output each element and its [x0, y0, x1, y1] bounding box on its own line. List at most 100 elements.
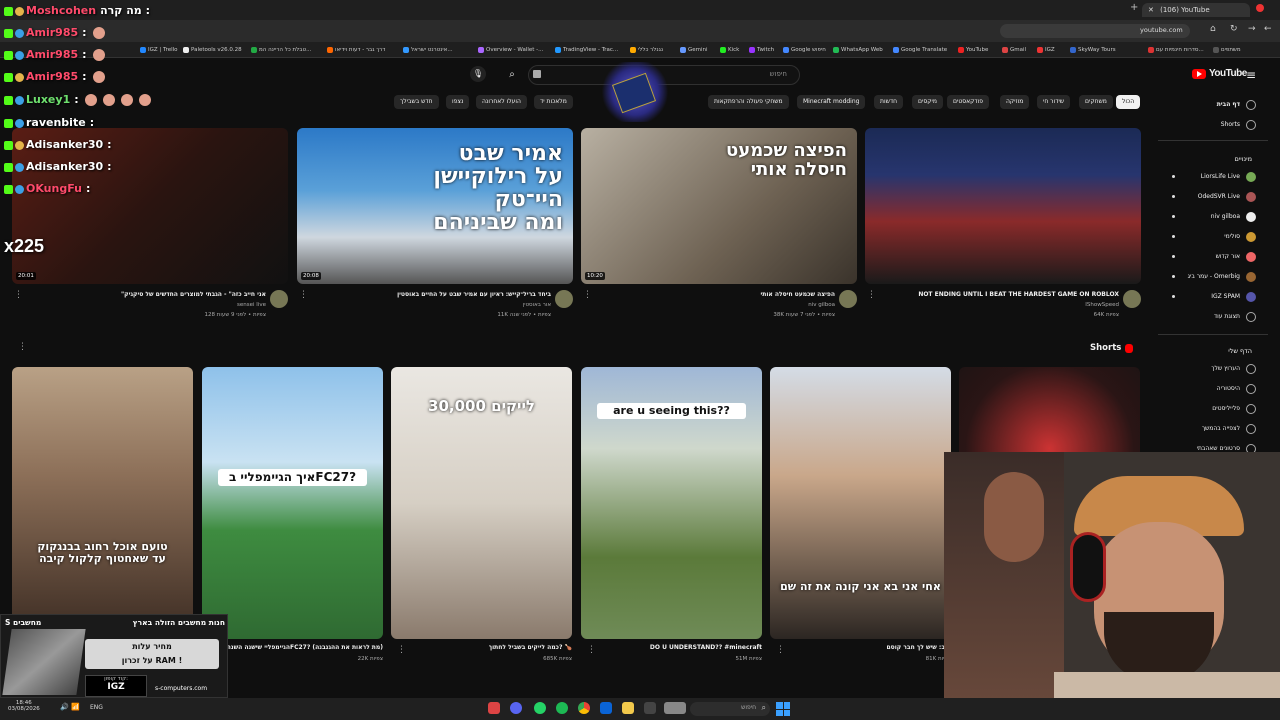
short-title[interactable]: כמה לייקים בשביל לחתוך? 🍗: [489, 644, 572, 651]
subscription-item[interactable]: IGZ SPAM: [1211, 288, 1240, 306]
video-more-icon[interactable]: ⋮: [299, 290, 308, 300]
chat-username[interactable]: OKungFu: [26, 182, 82, 195]
bookmark-item[interactable]: Gmail: [1002, 45, 1026, 55]
profile-icon[interactable]: [1256, 4, 1264, 12]
bookmark-item[interactable]: Gemini: [680, 45, 708, 55]
subscription-item[interactable]: עמר ביג - Omerbig: [1188, 268, 1240, 286]
spotify-icon[interactable]: [556, 702, 568, 714]
forward-icon[interactable]: →: [1248, 24, 1256, 34]
short-thumbnail[interactable]: טועם אוכל רחוב בבנגקוק עד שאחטוף קלקול ק…: [12, 367, 193, 639]
microphone-icon[interactable]: 🎙: [470, 66, 486, 82]
short-title[interactable]: DO U UNDERSTAND?? #minecraft: [650, 644, 762, 651]
subscription-item[interactable]: סולימי: [1224, 228, 1240, 246]
menu-icon[interactable]: ≡: [1246, 68, 1256, 82]
bookmark-item[interactable]: נגנלר כללי: [630, 45, 663, 55]
you-header[interactable]: הדף שלי: [1228, 342, 1252, 360]
filter-chip[interactable]: מלאכות יד: [534, 95, 573, 109]
subscription-item[interactable]: תצוגת עוד: [1214, 308, 1240, 326]
language-indicator[interactable]: ENG: [90, 704, 103, 711]
filter-chip[interactable]: משחקי פעולה והרפתקאות: [708, 95, 789, 109]
video-title[interactable]: הפיצה שכמעט חיסלה אותי: [760, 291, 835, 298]
bookmark-item[interactable]: סדרות חינמיות עם...: [1148, 45, 1204, 55]
keyboard-icon[interactable]: [533, 70, 541, 78]
search-icon[interactable]: ⌕: [503, 66, 521, 84]
guide-item[interactable]: Shorts: [1221, 116, 1240, 134]
search-input[interactable]: חיפוש: [770, 70, 787, 78]
bookmark-item[interactable]: SkyWay Tours: [1070, 45, 1116, 55]
filter-chip[interactable]: חדשות: [874, 95, 904, 109]
short-thumbnail[interactable]: אחי אני בא אני קונה את זה שם: [770, 367, 951, 639]
subscription-item[interactable]: niv gilboa: [1211, 208, 1240, 226]
video-more-icon[interactable]: ⋮: [867, 290, 876, 300]
bookmark-item[interactable]: Twitch: [749, 45, 774, 55]
video-channel[interactable]: אור באוסטין: [523, 302, 551, 308]
chat-username[interactable]: Adisanker30: [26, 138, 103, 151]
home-icon[interactable]: ⌂: [1210, 24, 1216, 34]
you-item[interactable]: לצפייה בהמשך: [1202, 420, 1240, 438]
filter-chip[interactable]: מיקסים: [912, 95, 943, 109]
chat-username[interactable]: Amir985: [26, 48, 78, 61]
channel-avatar[interactable]: [839, 290, 857, 308]
chrome-icon[interactable]: [578, 702, 590, 714]
chat-username[interactable]: Adisanker30: [26, 160, 103, 173]
video-title[interactable]: ביחד בריל־קייש: ראיון עם אמיר שבט על החי…: [397, 291, 551, 298]
short-thumbnail[interactable]: איך הגיימפליי בFC27?: [202, 367, 383, 639]
taskbar-search[interactable]: חיפוש ⌕: [690, 702, 770, 716]
subscription-item[interactable]: LiorsLife Live: [1201, 168, 1240, 186]
short-thumbnail[interactable]: 30,000 לייקים: [391, 367, 572, 639]
url-field[interactable]: youtube.com: [1000, 24, 1190, 38]
filter-chip[interactable]: הכול: [1116, 95, 1141, 109]
whatsapp-icon[interactable]: [534, 702, 546, 714]
bookmark-item[interactable]: אינטרנט ישראל...: [403, 45, 453, 55]
video-more-icon[interactable]: ⋮: [14, 290, 23, 300]
chat-username[interactable]: Luxey1: [26, 93, 70, 106]
video-thumbnail[interactable]: אמיר שבט על רילוקיישן היי־טק ומה שביניהם…: [297, 128, 573, 284]
short-thumbnail[interactable]: are u seeing this??: [581, 367, 762, 639]
filter-chip[interactable]: נצפו: [446, 95, 470, 109]
short-more-icon[interactable]: ⋮: [587, 645, 596, 655]
bookmark-item[interactable]: משתפים: [1213, 45, 1241, 55]
filter-chip[interactable]: פודקאסטים: [947, 95, 990, 109]
terminal-icon[interactable]: [644, 702, 656, 714]
video-title[interactable]: "אני חייב כזה" - הגבתי למוצרים החדשים של…: [121, 291, 266, 298]
subscription-item[interactable]: OdedSVR Live: [1198, 188, 1240, 206]
channel-avatar[interactable]: [270, 290, 288, 308]
video-channel[interactable]: sensei live: [237, 302, 266, 308]
tray-icons[interactable]: 🔊 📶: [60, 703, 80, 711]
bookmark-item[interactable]: טבלת כל הריינה המ...: [251, 45, 311, 55]
filter-chip[interactable]: משחקים: [1079, 95, 1113, 109]
bookmark-item[interactable]: TradingView - Trac...: [555, 45, 618, 55]
window-preview-icon[interactable]: [664, 702, 686, 714]
subscription-item[interactable]: אור קדוש: [1216, 248, 1240, 266]
bookmark-item[interactable]: IGZ: [1037, 45, 1055, 55]
short-more-icon[interactable]: ⋮: [397, 645, 406, 655]
new-tab-button[interactable]: +: [1130, 2, 1138, 13]
video-thumbnail[interactable]: [865, 128, 1141, 284]
channel-avatar[interactable]: [1123, 290, 1141, 308]
video-title[interactable]: NOT ENDING UNTIL I BEAT THE HARDEST GAME…: [918, 291, 1119, 298]
video-thumbnail[interactable]: הפיצה שכמעט חיסלה אותי 10:20: [581, 128, 857, 284]
close-tab-icon[interactable]: ✕: [1148, 6, 1154, 14]
subscriptions-header[interactable]: מינויים: [1235, 150, 1252, 168]
bookmark-item[interactable]: דרך גבר - דעות וידיאו: [327, 45, 385, 55]
filter-chip[interactable]: הועלו לאחרונה: [476, 95, 527, 109]
file-explorer-icon[interactable]: [622, 702, 634, 714]
short-more-icon[interactable]: ⋮: [776, 645, 785, 655]
chat-username[interactable]: Amir985: [26, 70, 78, 83]
bookmark-item[interactable]: IGZ | Trello: [140, 45, 178, 55]
you-item[interactable]: היסטוריה: [1217, 380, 1240, 398]
chat-username[interactable]: Amir985: [26, 26, 78, 39]
video-channel[interactable]: niv gilboa: [808, 302, 835, 308]
bookmark-item[interactable]: Overview - Wallet -...: [478, 45, 543, 55]
browser-tab-youtube[interactable]: ✕ (106) YouTube: [1142, 3, 1250, 17]
short-title[interactable]: פוב: שיש לך חבר קוסם: [886, 644, 951, 651]
chat-username[interactable]: ravenbite: [26, 116, 86, 129]
bookmark-item[interactable]: Google Translate: [893, 45, 947, 55]
filter-chip[interactable]: מוזיקה: [1000, 95, 1030, 109]
taskbar-app-icon[interactable]: [488, 702, 500, 714]
reload-icon[interactable]: ↻: [1230, 24, 1238, 34]
chat-username[interactable]: Moshcohen: [26, 4, 96, 17]
video-channel[interactable]: IShowSpeed: [1085, 302, 1119, 308]
windows-start-icon[interactable]: [776, 702, 790, 716]
bookmark-item[interactable]: Kick: [720, 45, 739, 55]
